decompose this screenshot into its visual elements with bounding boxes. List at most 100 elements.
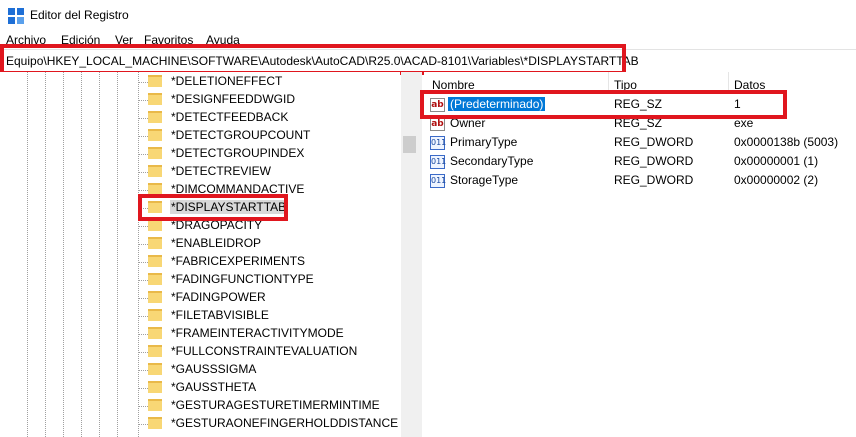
folder-icon <box>148 273 162 285</box>
tree-guide-line <box>117 72 118 437</box>
tree-connector <box>138 118 148 119</box>
tree-connector <box>138 280 148 281</box>
tree-item[interactable]: *GAUSSTHETA <box>148 379 398 397</box>
tree-item[interactable]: *FADINGFUNCTIONTYPE <box>148 271 398 289</box>
tree-connector <box>138 244 148 245</box>
tree-guide-line <box>45 72 46 437</box>
value-data: 0x0000138b (5003) <box>734 135 839 149</box>
tree-connector <box>138 154 148 155</box>
tree-connector <box>138 334 148 335</box>
string-value-icon: ab <box>430 117 445 131</box>
tree-guide-line <box>99 72 100 437</box>
tree-item[interactable]: *DETECTGROUPINDEX <box>148 145 398 163</box>
folder-icon <box>148 255 162 267</box>
value-name: PrimaryType <box>450 135 518 149</box>
tree-selection-highlight-box <box>138 194 288 221</box>
folder-icon <box>148 129 162 141</box>
folder-icon <box>148 75 162 87</box>
tree-guide-line <box>27 72 28 437</box>
tree-item[interactable]: *FULLCONSTRAINTEVALUATION <box>148 343 398 361</box>
folder-icon <box>148 93 162 105</box>
value-row[interactable]: 011 SecondaryType REG_DWORD 0x00000001 (1) <box>430 153 856 172</box>
folder-icon <box>148 399 162 411</box>
tree-item[interactable]: *DELETIONEFFECT <box>148 73 398 91</box>
tree-item[interactable]: *DETECTFEEDBACK <box>148 109 398 127</box>
registry-editor-icon <box>8 8 24 24</box>
tree-item[interactable]: *DETECTGROUPCOUNT <box>148 127 398 145</box>
tree-connector <box>138 136 148 137</box>
folder-icon <box>148 417 162 429</box>
value-row[interactable]: 011 StorageType REG_DWORD 0x00000002 (2) <box>430 172 856 191</box>
tree-item-label: *GAUSSTHETA <box>171 380 257 394</box>
binary-value-icon: 011 <box>430 155 446 169</box>
value-type: REG_DWORD <box>614 173 694 187</box>
value-name: SecondaryType <box>450 154 534 168</box>
folder-icon <box>148 111 162 123</box>
folder-icon <box>148 381 162 393</box>
tree-item-label: *FADINGFUNCTIONTYPE <box>171 272 314 286</box>
column-divider[interactable] <box>608 72 609 92</box>
tree-item-label: *FADINGPOWER <box>171 290 266 304</box>
tree-item[interactable]: *GESTURAONEFINGERHOLDDISTANCE <box>148 415 398 433</box>
tree-item-label: *GAUSSSIGMA <box>171 362 257 376</box>
tree-connector <box>138 298 148 299</box>
tree-scrollbar-thumb[interactable] <box>403 136 416 153</box>
value-row[interactable]: 011 PrimaryType REG_DWORD 0x0000138b (5003) <box>430 134 856 153</box>
folder-icon <box>148 363 162 375</box>
tree-item[interactable]: *GESTURAGESTURETIMERMINTIME <box>148 397 398 415</box>
tree-item-label: *DESIGNFEEDDWGID <box>171 92 296 106</box>
tree-item-label: *DETECTFEEDBACK <box>171 110 289 124</box>
tree-connector <box>138 172 148 173</box>
tree-guide-line <box>81 72 82 437</box>
value-type: REG_DWORD <box>614 154 694 168</box>
binary-value-icon: 011 <box>430 174 446 188</box>
value-data: 0x00000001 (1) <box>734 154 819 168</box>
tree-item[interactable]: *FRAMEINTERACTIVITYMODE <box>148 325 398 343</box>
tree-item-label: *DETECTGROUPINDEX <box>171 146 305 160</box>
value-data: 0x00000002 (2) <box>734 173 819 187</box>
registry-tree[interactable]: *DELETIONEFFECT *DESIGNFEEDDWGID *DETECTFE… <box>0 72 400 437</box>
title-bar: Editor del Registro <box>0 0 856 30</box>
tree-connector <box>138 82 148 83</box>
folder-icon <box>148 147 162 159</box>
pane-splitter[interactable] <box>418 72 422 437</box>
tree-connector <box>138 370 148 371</box>
tree-item-label: *DETECTGROUPCOUNT <box>171 128 311 142</box>
folder-icon <box>148 345 162 357</box>
folder-icon <box>148 291 162 303</box>
column-divider[interactable] <box>728 72 729 92</box>
tree-item-label: *FILETABVISIBLE <box>171 308 269 322</box>
window-title: Editor del Registro <box>30 8 129 22</box>
tree-item[interactable]: *DESIGNFEEDDWGID <box>148 91 398 109</box>
tree-item[interactable]: *FADINGPOWER <box>148 289 398 307</box>
tree-item-label: *DELETIONEFFECT <box>171 74 283 88</box>
tree-connector <box>138 388 148 389</box>
tree-connector <box>138 406 148 407</box>
tree-connector <box>138 100 148 101</box>
tree-connector <box>138 424 148 425</box>
tree-item-label: *GESTURAGESTURETIMERMINTIME <box>171 398 380 412</box>
tree-item[interactable]: *FABRICEXPERIMENTS <box>148 253 398 271</box>
tree-item-label: *DETECTREVIEW <box>171 164 272 178</box>
values-list[interactable]: Nombre Tipo Datos ab (Predeterminado) REG_… <box>424 72 856 437</box>
value-type: REG_DWORD <box>614 135 694 149</box>
tree-item[interactable]: *GAUSSSIGMA <box>148 361 398 379</box>
folder-icon <box>148 309 162 321</box>
folder-icon <box>148 165 162 177</box>
tree-item-label: *FABRICEXPERIMENTS <box>171 254 306 268</box>
value-name: StorageType <box>450 173 519 187</box>
tree-item[interactable]: *ENABLEIDROP <box>148 235 398 253</box>
tree-item-label: *FRAMEINTERACTIVITYMODE <box>171 326 344 340</box>
tree-connector <box>138 226 148 227</box>
tree-scrollbar[interactable] <box>401 72 418 437</box>
tree-connector <box>138 352 148 353</box>
folder-icon <box>148 237 162 249</box>
tree-item-label: *ENABLEIDROP <box>171 236 262 250</box>
tree-item-label: *FULLCONSTRAINTEVALUATION <box>171 344 358 358</box>
tree-connector <box>138 190 148 191</box>
tree-item[interactable]: *DETECTREVIEW <box>148 163 398 181</box>
tree-guide-line <box>138 72 139 437</box>
tree-item-label: *GESTURAONEFINGERHOLDDISTANCE <box>171 416 399 430</box>
tree-connector <box>138 316 148 317</box>
tree-item[interactable]: *FILETABVISIBLE <box>148 307 398 325</box>
